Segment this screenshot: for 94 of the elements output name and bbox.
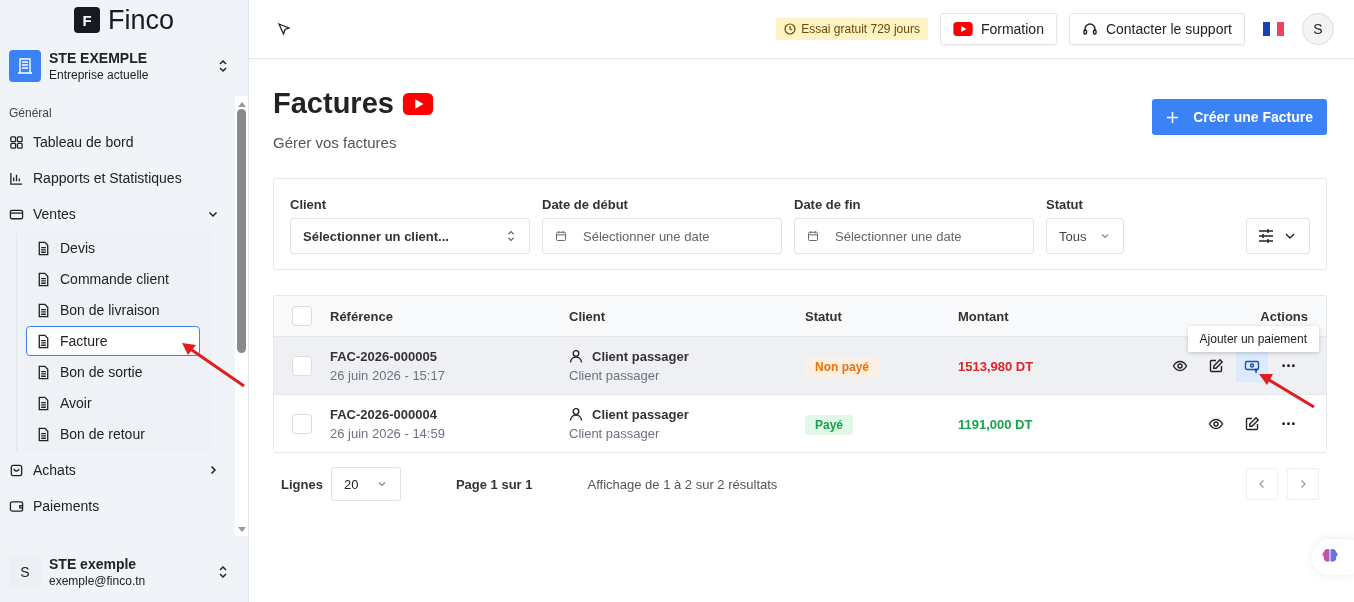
column-header: Statut bbox=[805, 308, 843, 324]
wallet-icon bbox=[9, 498, 24, 514]
user-avatar[interactable]: S bbox=[1302, 13, 1334, 45]
nav-subitem[interactable]: Bon de retour bbox=[26, 419, 200, 449]
nav-item[interactable]: Ventes bbox=[9, 196, 225, 232]
status-badge: Payé bbox=[805, 414, 854, 435]
more-icon bbox=[1281, 363, 1295, 368]
rows-label: Lignes bbox=[281, 476, 323, 492]
column-header: Montant bbox=[958, 308, 1010, 324]
calendar-icon bbox=[807, 229, 819, 243]
client-subtitle: Client passager bbox=[569, 367, 661, 383]
nav-subitem[interactable]: Bon de sortie bbox=[26, 357, 200, 387]
filter-label: Client bbox=[290, 197, 328, 212]
document-icon bbox=[36, 240, 51, 256]
more-icon bbox=[1281, 421, 1295, 426]
column-header: Référence bbox=[330, 308, 394, 324]
person-icon bbox=[569, 407, 583, 421]
person-icon bbox=[569, 349, 583, 363]
client-select[interactable]: Sélectionner un client... bbox=[290, 218, 530, 254]
invoice-date: 26 juin 2026 - 14:59 bbox=[330, 425, 446, 441]
nav-subitem[interactable]: Devis bbox=[26, 233, 200, 263]
checkbox[interactable] bbox=[292, 306, 312, 326]
edit-icon bbox=[1208, 357, 1224, 374]
client-subtitle: Client passager bbox=[569, 425, 661, 441]
calendar-icon bbox=[555, 229, 567, 243]
trial-badge: Essai gratuit 729 jours bbox=[776, 18, 928, 40]
headset-icon bbox=[1081, 21, 1098, 37]
status-select[interactable]: Tous bbox=[1046, 218, 1124, 254]
nav-item[interactable]: Tableau de bord bbox=[9, 124, 225, 160]
nav-subitem[interactable]: Facture bbox=[26, 326, 200, 356]
brand-name: Finco bbox=[108, 4, 174, 36]
client-name: Client passager bbox=[592, 406, 689, 422]
pointer-icon[interactable] bbox=[277, 22, 291, 36]
scrollbar[interactable] bbox=[235, 96, 248, 536]
date-field[interactable]: Sélectionner une date bbox=[542, 218, 782, 254]
user-avatar: S bbox=[9, 556, 41, 588]
plus-icon bbox=[1166, 110, 1180, 124]
nav-subitem[interactable]: Avoir bbox=[26, 388, 200, 418]
nav-subitem[interactable]: Commande client bbox=[26, 264, 200, 294]
document-icon bbox=[36, 333, 51, 349]
logo-mark: F bbox=[74, 7, 100, 33]
page-indicator: Page 1 sur 1 bbox=[455, 476, 533, 492]
company-switcher[interactable]: STE EXEMPLE Entreprise actuelle bbox=[9, 50, 238, 82]
chevron-updown-icon bbox=[505, 229, 517, 243]
filter-label: Date de début bbox=[542, 197, 629, 212]
page-title: Factures bbox=[273, 87, 394, 120]
invoice-date: 26 juin 2026 - 15:17 bbox=[330, 367, 446, 383]
status-badge: Non payé bbox=[805, 356, 879, 377]
nav-item[interactable]: Achats bbox=[9, 452, 225, 488]
document-icon bbox=[36, 302, 51, 318]
support-button[interactable]: Contacter le support bbox=[1068, 13, 1245, 45]
create-invoice-button[interactable]: Créer une Facture bbox=[1152, 99, 1327, 135]
filter-settings-button[interactable] bbox=[1246, 218, 1310, 254]
date-field[interactable]: Sélectionner une date bbox=[794, 218, 1034, 254]
training-button[interactable]: Formation bbox=[939, 13, 1057, 45]
rows-per-page-select[interactable]: 20 bbox=[330, 467, 401, 501]
assistant-button[interactable] bbox=[1312, 539, 1354, 575]
tooltip: Ajouter un paiement bbox=[1187, 326, 1319, 352]
document-icon bbox=[36, 395, 51, 411]
bag-icon bbox=[9, 462, 24, 478]
bar-chart-icon bbox=[9, 170, 24, 186]
flag-icon[interactable] bbox=[1263, 22, 1284, 36]
invoice-reference: FAC-2026-000004 bbox=[330, 406, 438, 422]
checkbox[interactable] bbox=[292, 413, 312, 434]
annotation-arrow bbox=[1258, 373, 1316, 409]
invoice-reference: FAC-2026-000005 bbox=[330, 348, 438, 364]
clock-icon bbox=[784, 23, 797, 35]
edit-icon bbox=[1244, 415, 1260, 432]
amount: 1191,000 DT bbox=[958, 416, 1033, 432]
results-summary: Affichage de 1 à 2 sur 2 résultats bbox=[587, 476, 778, 492]
checkbox[interactable] bbox=[292, 355, 312, 376]
document-icon bbox=[36, 426, 51, 442]
nav-item[interactable]: Rapports et Statistiques bbox=[9, 160, 225, 196]
user-switcher[interactable]: S STE exemple exemple@finco.tn bbox=[9, 550, 238, 594]
building-icon bbox=[9, 50, 41, 82]
grid-icon bbox=[9, 134, 24, 150]
video-icon[interactable] bbox=[401, 92, 434, 115]
page-subtitle: Gérer vos factures bbox=[273, 134, 398, 151]
video-icon bbox=[952, 22, 973, 36]
annotation-arrow bbox=[180, 342, 246, 388]
filter-label: Date de fin bbox=[794, 197, 862, 212]
table-row[interactable]: FAC-2026-000004 26 juin 2026 - 14:59 Client passager Client passager Payé 1191,000 DT bbox=[274, 394, 1326, 452]
client-name: Client passager bbox=[592, 348, 689, 364]
filter-label: Statut bbox=[1046, 197, 1084, 212]
document-icon bbox=[36, 271, 51, 287]
amount: 1513,980 DT bbox=[958, 358, 1034, 374]
nav-subitem[interactable]: Bon de livraison bbox=[26, 295, 200, 325]
column-header: Actions bbox=[1259, 308, 1309, 324]
chevron-updown-icon bbox=[218, 58, 228, 74]
section-label: Général bbox=[9, 106, 53, 120]
column-header: Client bbox=[569, 308, 607, 324]
document-icon bbox=[36, 364, 51, 380]
chevron-updown-icon bbox=[218, 564, 228, 580]
nav-item[interactable]: Paiements bbox=[9, 488, 225, 524]
